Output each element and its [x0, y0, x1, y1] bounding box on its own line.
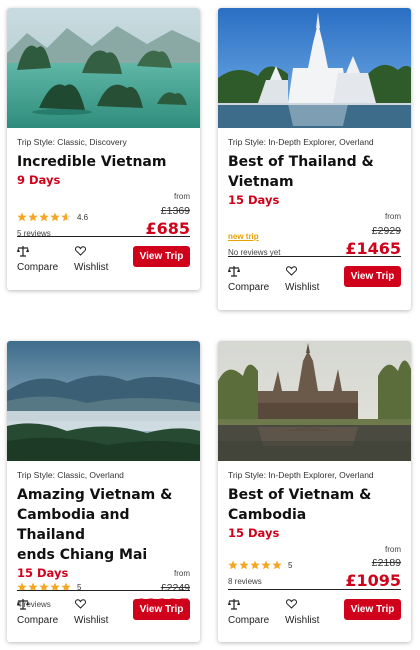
star-icon — [61, 212, 71, 222]
compare-label: Compare — [228, 615, 270, 626]
compare-button[interactable]: Compare — [17, 599, 58, 626]
scale-icon — [17, 599, 58, 612]
wishlist-label: Wishlist — [74, 615, 109, 626]
trip-duration: 15 Days — [228, 526, 280, 540]
trip-title[interactable]: Best of Vietnam & Cambodia — [228, 485, 401, 525]
current-price: £1095 — [345, 571, 401, 590]
view-trip-button[interactable]: View Trip — [133, 599, 190, 620]
scale-icon — [17, 246, 58, 259]
star-icon — [17, 212, 27, 222]
wishlist-label: Wishlist — [285, 615, 320, 626]
trip-title-line: ends Chiang Mai — [17, 547, 148, 563]
view-trip-button[interactable]: View Trip — [133, 246, 190, 267]
trip-title-line: Best of Thailand & — [228, 154, 374, 170]
wishlist-button[interactable]: Wishlist — [74, 599, 108, 626]
trip-style: Trip Style: In-Depth Explorer, Overland — [228, 137, 374, 147]
compare-button[interactable]: Compare — [228, 599, 269, 626]
scale-icon — [228, 599, 269, 612]
price-from-label: from — [174, 569, 190, 578]
price-from-label: from — [174, 192, 190, 201]
star-rating: 4.6 — [17, 212, 88, 222]
trip-title[interactable]: Amazing Vietnam & Cambodia and Thailand … — [17, 485, 190, 565]
trip-duration: 15 Days — [228, 193, 280, 207]
new-trip-badge: new trip — [228, 232, 259, 241]
trip-title-line: Cambodia — [228, 507, 307, 523]
trip-photo[interactable] — [218, 8, 411, 128]
rating-value: 4.6 — [77, 212, 89, 222]
heart-icon — [74, 246, 108, 259]
trip-card[interactable]: Trip Style: Classic, Overland Amazing Vi… — [7, 341, 200, 642]
trip-card[interactable]: Trip Style: In-Depth Explorer, Overland … — [218, 8, 411, 310]
trip-title-line: Amazing Vietnam & — [17, 487, 173, 503]
original-price: £1369 — [160, 205, 190, 217]
card-divider — [228, 256, 401, 257]
scale-icon — [228, 266, 269, 279]
trip-style: Trip Style: Classic, Discovery — [17, 137, 127, 147]
price-from-label: from — [385, 212, 401, 221]
star-icon — [261, 560, 271, 570]
card-divider — [17, 236, 190, 237]
compare-button[interactable]: Compare — [228, 266, 269, 293]
trip-photo[interactable] — [218, 341, 411, 461]
view-trip-button[interactable]: View Trip — [344, 266, 401, 287]
trip-photo[interactable] — [7, 341, 200, 461]
rating-value: 5 — [288, 560, 293, 570]
compare-label: Compare — [17, 262, 59, 273]
price-from-label: from — [385, 545, 401, 554]
heart-icon — [74, 599, 108, 612]
wishlist-button[interactable]: Wishlist — [74, 246, 108, 273]
star-icon — [272, 560, 282, 570]
trip-title-line: Cambodia and Thailand — [17, 507, 130, 543]
card-divider — [17, 590, 190, 591]
trip-duration: 15 Days — [17, 566, 69, 580]
wishlist-button[interactable]: Wishlist — [285, 266, 319, 293]
star-icon — [39, 212, 49, 222]
view-trip-button[interactable]: View Trip — [344, 599, 401, 620]
original-price: £2249 — [160, 582, 190, 594]
trip-photo[interactable] — [7, 8, 200, 128]
trip-title[interactable]: Best of Thailand & Vietnam — [228, 152, 401, 192]
star-icon — [239, 560, 249, 570]
trip-style: Trip Style: In-Depth Explorer, Overland — [228, 470, 374, 480]
trip-duration: 9 Days — [17, 173, 61, 187]
star-rating: 5 — [228, 560, 292, 570]
star-icon — [228, 560, 238, 570]
wishlist-label: Wishlist — [74, 262, 109, 273]
review-count[interactable]: 8 reviews — [228, 577, 262, 586]
card-divider — [228, 589, 401, 590]
compare-label: Compare — [17, 615, 59, 626]
original-price: £2929 — [371, 225, 401, 237]
star-icon — [50, 212, 60, 222]
star-icon — [250, 560, 260, 570]
heart-icon — [285, 599, 319, 612]
wishlist-label: Wishlist — [285, 282, 320, 293]
star-icon — [28, 212, 38, 222]
trip-card[interactable]: Trip Style: Classic, Discovery Incredibl… — [7, 8, 200, 290]
trip-title-line: Incredible Vietnam — [17, 154, 167, 170]
wishlist-button[interactable]: Wishlist — [285, 599, 319, 626]
compare-label: Compare — [228, 282, 270, 293]
compare-button[interactable]: Compare — [17, 246, 58, 273]
original-price: £2189 — [371, 557, 401, 569]
trip-title[interactable]: Incredible Vietnam — [17, 152, 190, 172]
trip-title-line: Best of Vietnam & — [228, 487, 372, 503]
trip-card[interactable]: Trip Style: In-Depth Explorer, Overland … — [218, 341, 411, 642]
heart-icon — [285, 266, 319, 279]
trip-title-line: Vietnam — [228, 174, 294, 190]
trip-style: Trip Style: Classic, Overland — [17, 470, 124, 480]
